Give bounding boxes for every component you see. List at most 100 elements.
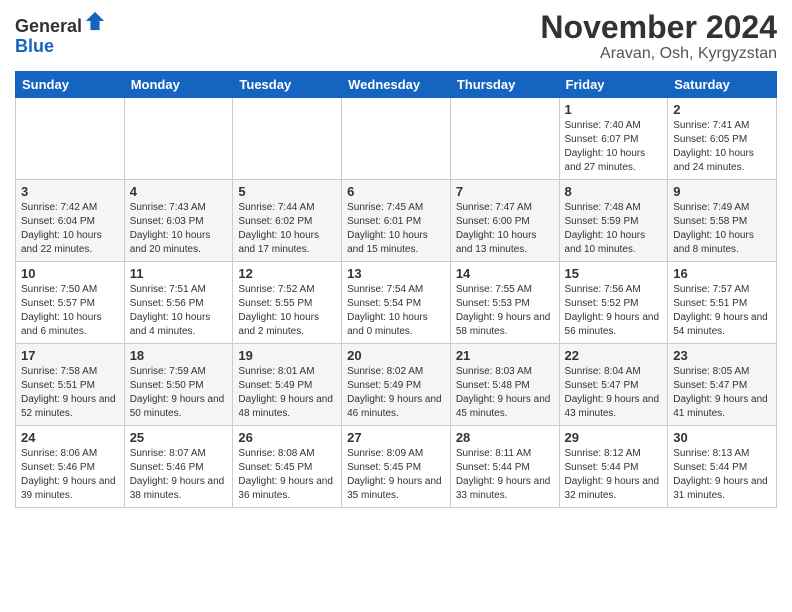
day-number: 21 [456,348,554,363]
day-info: Sunrise: 8:09 AM Sunset: 5:45 PM Dayligh… [347,447,445,503]
calendar-header-row: Sunday Monday Tuesday Wednesday Thursday… [16,72,777,98]
day-info: Sunrise: 8:13 AM Sunset: 5:44 PM Dayligh… [673,447,771,503]
day-info: Sunrise: 8:08 AM Sunset: 5:45 PM Dayligh… [238,447,336,503]
day-number: 9 [673,184,771,199]
day-number: 24 [21,430,119,445]
logo-general-text: General [15,16,82,36]
day-number: 29 [565,430,663,445]
day-info: Sunrise: 7:47 AM Sunset: 6:00 PM Dayligh… [456,201,554,257]
day-info: Sunrise: 7:56 AM Sunset: 5:52 PM Dayligh… [565,283,663,339]
day-info: Sunrise: 8:04 AM Sunset: 5:47 PM Dayligh… [565,365,663,421]
day-number: 13 [347,266,445,281]
day-number: 18 [130,348,228,363]
day-info: Sunrise: 8:06 AM Sunset: 5:46 PM Dayligh… [21,447,119,503]
day-number: 28 [456,430,554,445]
table-row: 17Sunrise: 7:58 AM Sunset: 5:51 PM Dayli… [16,344,125,426]
day-number: 12 [238,266,336,281]
day-number: 10 [21,266,119,281]
calendar-week-row: 17Sunrise: 7:58 AM Sunset: 5:51 PM Dayli… [16,344,777,426]
header-wednesday: Wednesday [342,72,451,98]
day-number: 26 [238,430,336,445]
day-info: Sunrise: 8:11 AM Sunset: 5:44 PM Dayligh… [456,447,554,503]
day-info: Sunrise: 7:48 AM Sunset: 5:59 PM Dayligh… [565,201,663,257]
day-info: Sunrise: 8:03 AM Sunset: 5:48 PM Dayligh… [456,365,554,421]
day-number: 30 [673,430,771,445]
day-info: Sunrise: 7:55 AM Sunset: 5:53 PM Dayligh… [456,283,554,339]
table-row: 13 Sunrise: 7:54 AM Sunset: 5:54 PM Dayli… [342,262,451,344]
table-row: 11Sunrise: 7:51 AM Sunset: 5:56 PM Dayli… [124,262,233,344]
day-number: 1 [565,102,663,117]
day-number: 17 [21,348,119,363]
table-row: 15 Sunrise: 7:56 AM Sunset: 5:52 PM Dayli… [559,262,668,344]
day-info: Sunrise: 8:02 AM Sunset: 5:49 PM Dayligh… [347,365,445,421]
table-row: 7 Sunrise: 7:47 AM Sunset: 6:00 PM Daylig… [450,180,559,262]
day-number: 27 [347,430,445,445]
header-sunday: Sunday [16,72,125,98]
day-number: 3 [21,184,119,199]
day-info: Sunrise: 7:43 AM Sunset: 6:03 PM Dayligh… [130,201,228,257]
table-row: 28 Sunrise: 8:11 AM Sunset: 5:44 PM Dayli… [450,426,559,508]
table-row: 19 Sunrise: 8:01 AM Sunset: 5:49 PM Dayli… [233,344,342,426]
table-row: 30 Sunrise: 8:13 AM Sunset: 5:44 PM Dayli… [668,426,777,508]
table-row: 6Sunrise: 7:45 AM Sunset: 6:01 PM Daylig… [342,180,451,262]
table-row: 2 Sunrise: 7:41 AM Sunset: 6:05 PM Daylig… [668,98,777,180]
location: Aravan, Osh, Kyrgyzstan [540,45,777,63]
table-row: 10 Sunrise: 7:50 AM Sunset: 5:57 PM Dayli… [16,262,125,344]
day-number: 19 [238,348,336,363]
table-row [342,98,451,180]
table-row: 21 Sunrise: 8:03 AM Sunset: 5:48 PM Dayli… [450,344,559,426]
table-row: 23 Sunrise: 8:05 AM Sunset: 5:47 PM Dayli… [668,344,777,426]
table-row: 8Sunrise: 7:48 AM Sunset: 5:59 PM Daylig… [559,180,668,262]
table-row: 9 Sunrise: 7:49 AM Sunset: 5:58 PM Daylig… [668,180,777,262]
calendar-week-row: 1 Sunrise: 7:40 AM Sunset: 6:07 PM Daylig… [16,98,777,180]
day-info: Sunrise: 7:54 AM Sunset: 5:54 PM Dayligh… [347,283,445,339]
day-number: 15 [565,266,663,281]
day-info: Sunrise: 7:41 AM Sunset: 6:05 PM Dayligh… [673,119,771,175]
day-number: 25 [130,430,228,445]
calendar-table: Sunday Monday Tuesday Wednesday Thursday… [15,71,777,508]
day-number: 7 [456,184,554,199]
month-title: November 2024 [540,10,777,45]
table-row: 1 Sunrise: 7:40 AM Sunset: 6:07 PM Daylig… [559,98,668,180]
table-row [450,98,559,180]
table-row: 27 Sunrise: 8:09 AM Sunset: 5:45 PM Dayli… [342,426,451,508]
header-saturday: Saturday [668,72,777,98]
table-row: 22Sunrise: 8:04 AM Sunset: 5:47 PM Dayli… [559,344,668,426]
title-section: November 2024 Aravan, Osh, Kyrgyzstan [540,10,777,63]
logo-blue-text: Blue [15,36,54,56]
day-info: Sunrise: 7:40 AM Sunset: 6:07 PM Dayligh… [565,119,663,175]
calendar-week-row: 24 Sunrise: 8:06 AM Sunset: 5:46 PM Dayli… [16,426,777,508]
table-row [124,98,233,180]
day-number: 5 [238,184,336,199]
page-container: General Blue November 2024 Aravan, Osh, … [0,0,792,518]
day-number: 4 [130,184,228,199]
day-info: Sunrise: 7:45 AM Sunset: 6:01 PM Dayligh… [347,201,445,257]
table-row [16,98,125,180]
day-info: Sunrise: 7:57 AM Sunset: 5:51 PM Dayligh… [673,283,771,339]
table-row: 3Sunrise: 7:42 AM Sunset: 6:04 PM Daylig… [16,180,125,262]
day-number: 20 [347,348,445,363]
day-info: Sunrise: 7:50 AM Sunset: 5:57 PM Dayligh… [21,283,119,339]
table-row: 16 Sunrise: 7:57 AM Sunset: 5:51 PM Dayli… [668,262,777,344]
table-row: 5 Sunrise: 7:44 AM Sunset: 6:02 PM Daylig… [233,180,342,262]
header-thursday: Thursday [450,72,559,98]
day-info: Sunrise: 8:01 AM Sunset: 5:49 PM Dayligh… [238,365,336,421]
header-friday: Friday [559,72,668,98]
day-number: 23 [673,348,771,363]
table-row: 4 Sunrise: 7:43 AM Sunset: 6:03 PM Daylig… [124,180,233,262]
table-row: 29 Sunrise: 8:12 AM Sunset: 5:44 PM Dayli… [559,426,668,508]
day-info: Sunrise: 7:49 AM Sunset: 5:58 PM Dayligh… [673,201,771,257]
table-row: 25Sunrise: 8:07 AM Sunset: 5:46 PM Dayli… [124,426,233,508]
page-header: General Blue November 2024 Aravan, Osh, … [15,10,777,63]
day-info: Sunrise: 8:05 AM Sunset: 5:47 PM Dayligh… [673,365,771,421]
table-row: 18 Sunrise: 7:59 AM Sunset: 5:50 PM Dayli… [124,344,233,426]
day-info: Sunrise: 7:59 AM Sunset: 5:50 PM Dayligh… [130,365,228,421]
day-number: 2 [673,102,771,117]
day-number: 16 [673,266,771,281]
table-row [233,98,342,180]
calendar-week-row: 3Sunrise: 7:42 AM Sunset: 6:04 PM Daylig… [16,180,777,262]
day-info: Sunrise: 7:44 AM Sunset: 6:02 PM Dayligh… [238,201,336,257]
day-number: 14 [456,266,554,281]
day-info: Sunrise: 8:12 AM Sunset: 5:44 PM Dayligh… [565,447,663,503]
day-number: 11 [130,266,228,281]
